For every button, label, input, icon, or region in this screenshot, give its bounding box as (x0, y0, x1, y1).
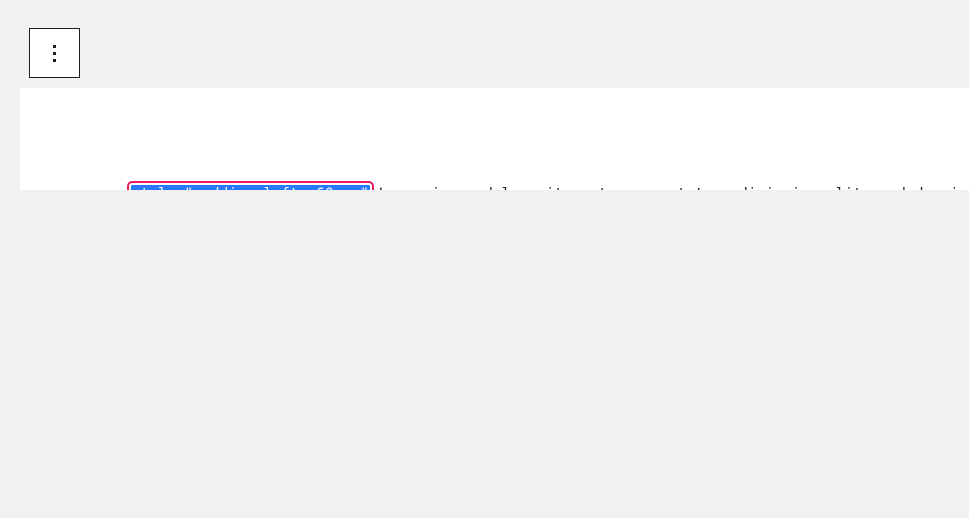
misspelled-word: consectetur (625, 185, 722, 190)
kebab-menu-button[interactable] (29, 28, 80, 78)
kebab-dot-3 (53, 58, 56, 62)
misspelled-word: elit (827, 185, 862, 190)
selected-attribute[interactable]: style="padding-left: 60px;" (126, 181, 374, 190)
code-line-1-rest: >Lorem ipsum dolor sit amet, consectetur… (370, 185, 969, 190)
selected-attribute-text: style="padding-left: 60px;" (126, 181, 374, 190)
page-root: ENT <p style="padding-left: 60px;">Lorem… (0, 0, 969, 518)
code-tag-open: <p (104, 185, 130, 190)
misspelled-word: sed (880, 185, 906, 190)
misspelled-word: adipiscing (730, 185, 818, 190)
code-text-run (616, 185, 625, 190)
kebab-dot-1 (53, 44, 56, 48)
code-text-run: , (862, 185, 880, 190)
code-text-run (721, 185, 730, 190)
code-text[interactable]: <p style="padding-left: 60px;">Lorem ips… (34, 95, 969, 190)
misspelled-word: amet, (572, 185, 616, 190)
code-line[interactable]: <p style="padding-left: 60px;">Lorem ips… (34, 161, 969, 190)
code-editor-panel[interactable]: <p style="padding-left: 60px;">Lorem ips… (20, 88, 969, 190)
code-text-run: do (906, 185, 941, 190)
kebab-dot-2 (53, 51, 56, 55)
kebab-menu-icon (30, 29, 79, 77)
misspelled-word: eiusmod (941, 185, 969, 190)
code-text-run (818, 185, 827, 190)
